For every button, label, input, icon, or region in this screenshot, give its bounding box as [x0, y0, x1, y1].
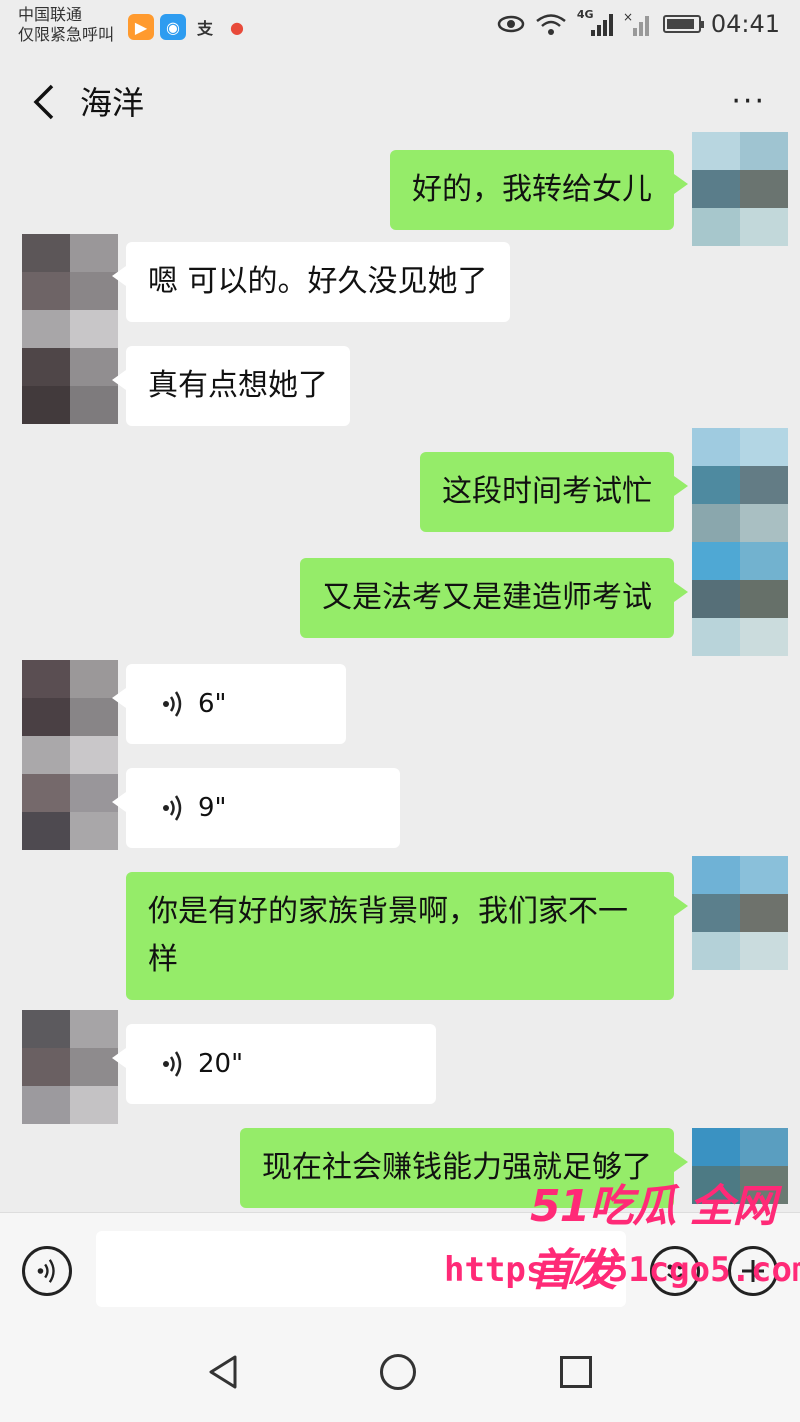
carrier-status: 仅限紧急呼叫	[18, 25, 115, 44]
voice-message[interactable]: 6"	[112, 664, 346, 744]
voice-toggle-icon	[37, 1259, 55, 1283]
paw-app-icon: ◉	[160, 14, 186, 40]
chat-title: 海洋	[80, 84, 145, 122]
clock: 04:41	[710, 10, 780, 38]
voice-wave-icon	[163, 795, 182, 821]
signal-icon: 4G	[577, 8, 613, 38]
pay-app-icon: 支	[196, 19, 213, 38]
message-text: 嗯 可以的。好久没见她了	[148, 264, 488, 299]
message-text: 你是有好的家族背景啊，我们家不一样	[148, 894, 628, 977]
contact-avatar[interactable]	[22, 660, 118, 850]
nav-recents-icon[interactable]	[560, 1356, 592, 1388]
contact-avatar[interactable]	[22, 234, 118, 424]
wifi-icon	[536, 14, 566, 35]
voice-wave-icon	[163, 691, 182, 717]
voice-message[interactable]: 20"	[112, 1024, 436, 1104]
voice-message[interactable]: 9"	[112, 768, 400, 848]
nav-back-icon[interactable]	[205, 1354, 241, 1390]
message-bubble[interactable]: 嗯 可以的。好久没见她了	[112, 242, 510, 322]
svg-text:×: ×	[623, 10, 633, 24]
message-bubble[interactable]: 真有点想她了	[112, 346, 350, 426]
message-bubble[interactable]: 好的，我转给女儿	[390, 150, 688, 230]
eye-icon	[497, 15, 525, 33]
message-text: 好的，我转给女儿	[412, 172, 652, 207]
my-avatar[interactable]	[692, 132, 788, 246]
voice-duration: 9"	[198, 793, 227, 823]
chat-list[interactable]: 好的，我转给女儿 嗯 可以的。好久没见她了 真有点想她了 这段时间考试忙 又是法…	[0, 130, 800, 1212]
message-bubble[interactable]: 你是有好的家族背景啊，我们家不一样	[126, 872, 688, 1000]
map-pin-icon: ●	[230, 17, 244, 37]
video-app-icon: ▶	[128, 14, 154, 40]
message-text: 真有点想她了	[148, 368, 328, 403]
contact-avatar[interactable]	[22, 1010, 118, 1124]
my-avatar[interactable]	[692, 428, 788, 656]
carrier-name: 中国联通	[18, 5, 83, 24]
message-bubble[interactable]: 这段时间考试忙	[420, 452, 688, 532]
my-avatar[interactable]	[692, 856, 788, 970]
status-right: 4G × 04:41	[497, 8, 780, 38]
signal-off-icon: ×	[623, 10, 649, 36]
watermark-url: https://51cgo5.com	[444, 1250, 800, 1290]
voice-duration: 20"	[198, 1049, 244, 1079]
voice-toggle-button[interactable]	[22, 1246, 72, 1296]
carrier-info: 中国联通 仅限紧急呼叫	[18, 5, 114, 45]
notification-icons: ▶ ◉ 支 ●	[128, 14, 250, 40]
nav-home-icon[interactable]	[380, 1354, 416, 1390]
status-bar: 中国联通 仅限紧急呼叫 ▶ ◉ 支 ● 4G × 04:41	[0, 0, 800, 56]
message-bubble[interactable]: 又是法考又是建造师考试	[300, 558, 688, 638]
message-text: 这段时间考试忙	[442, 474, 652, 509]
more-options-icon[interactable]: ···	[731, 84, 766, 119]
voice-wave-icon	[163, 1051, 182, 1077]
back-arrow-icon[interactable]	[26, 80, 66, 124]
system-nav-bar	[0, 1322, 800, 1422]
message-text: 又是法考又是建造师考试	[322, 580, 652, 615]
battery-icon	[662, 15, 704, 33]
voice-duration: 6"	[198, 689, 227, 719]
